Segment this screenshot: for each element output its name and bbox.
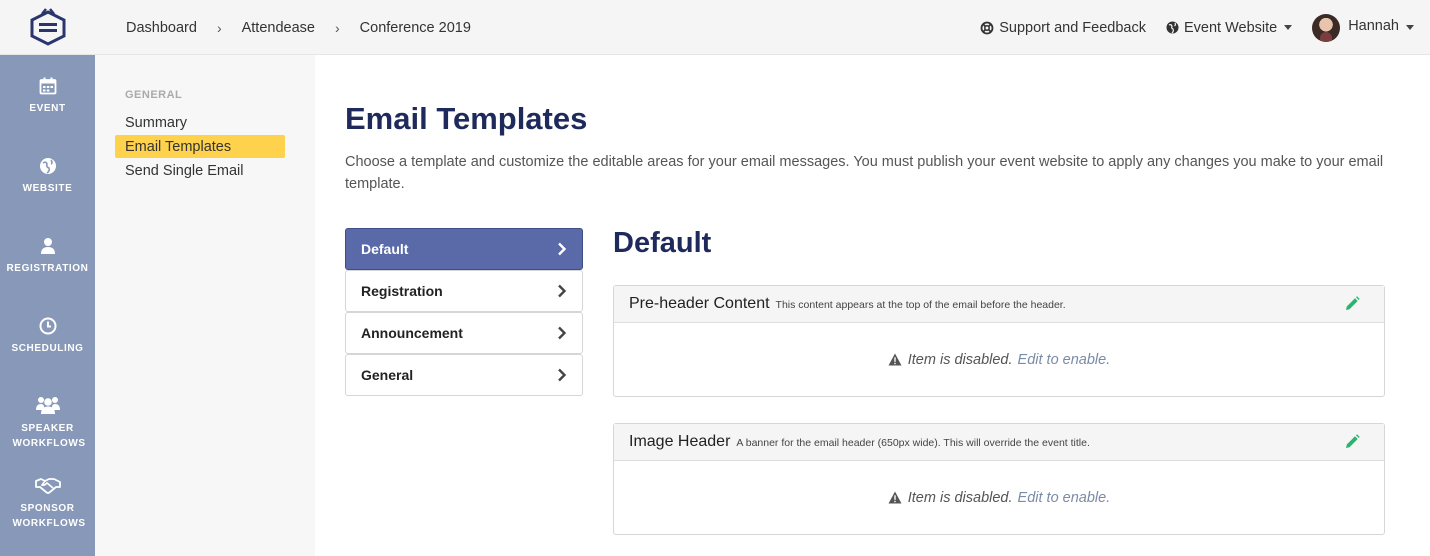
edit-to-enable-link[interactable]: Edit to enable. <box>1018 352 1111 368</box>
nav-item-registration[interactable]: REGISTRATION <box>0 237 95 276</box>
disabled-text: Item is disabled. <box>907 489 1013 506</box>
chevron-right-icon <box>558 368 567 382</box>
nav-item-scheduling[interactable]: SCHEDULING <box>0 317 95 356</box>
caret-down-icon <box>1406 25 1414 30</box>
panel-header: Image Header A banner for the email head… <box>614 424 1384 461</box>
warning-icon <box>888 491 902 504</box>
nav-label-event: EVENT <box>29 103 66 114</box>
nav-label-speaker-workflows: SPEAKER WORKFLOWS <box>12 423 86 449</box>
avatar <box>1312 13 1341 42</box>
sub-nav-item-send-single-email[interactable]: Send Single Email <box>115 159 285 182</box>
template-item-announcement[interactable]: Announcement <box>345 312 583 354</box>
breadcrumb-dashboard[interactable]: Dashboard <box>126 20 197 36</box>
panel-subtitle: This content appears at the top of the e… <box>775 299 1066 311</box>
caret-down-icon <box>1284 25 1293 30</box>
chevron-right-icon <box>558 242 567 256</box>
page-description: Choose a template and customize the edit… <box>345 154 1384 192</box>
support-label: Support and Feedback <box>999 19 1146 36</box>
nav-label-sponsor-workflows: SPONSOR WORKFLOWS <box>12 503 86 529</box>
calendar-icon <box>39 77 56 95</box>
support-feedback-link[interactable]: Support and Feedback <box>980 20 1146 36</box>
nav-item-event[interactable]: EVENT <box>0 77 95 116</box>
nav-label-registration: REGISTRATION <box>6 263 89 274</box>
chevron-right-icon <box>558 326 567 340</box>
panel-title: Pre-header Content <box>629 295 770 312</box>
section-title: Default <box>613 227 712 259</box>
event-website-label: Event Website <box>1183 19 1278 36</box>
template-label: Default <box>361 241 409 257</box>
template-label: Announcement <box>361 325 463 341</box>
lifebuoy-icon <box>980 21 994 34</box>
edit-to-enable-link[interactable]: Edit to enable. <box>1018 490 1111 506</box>
user-icon <box>40 238 55 254</box>
main-nav: EVENT WEBSITE REGISTRATION SCHEDULING SP… <box>0 55 95 556</box>
template-item-general[interactable]: General <box>345 354 583 396</box>
top-bar: Dashboard › Attendease › Conference 2019… <box>0 0 1430 55</box>
page-title: Email Templates <box>345 101 588 136</box>
nav-label-website: WEBSITE <box>22 183 73 194</box>
disabled-text: Item is disabled. <box>907 351 1013 368</box>
user-name: Hannah <box>1348 17 1399 34</box>
user-menu[interactable]: Hannah <box>1312 13 1414 42</box>
breadcrumb-conference[interactable]: Conference 2019 <box>360 20 471 36</box>
panel-image-header: Image Header A banner for the email head… <box>613 423 1385 535</box>
sub-nav: GENERAL Summary Email Templates Send Sin… <box>95 55 315 556</box>
panel-pre-header-content: Pre-header Content This content appears … <box>613 285 1385 397</box>
chevron-right-icon: › <box>334 19 340 36</box>
template-label: General <box>361 367 414 383</box>
clock-icon <box>39 317 56 335</box>
template-label: Registration <box>361 283 443 299</box>
sub-nav-item-summary[interactable]: Summary <box>115 111 285 134</box>
nav-item-website[interactable]: WEBSITE <box>0 157 95 196</box>
pencil-icon[interactable] <box>1344 434 1360 450</box>
app-logo[interactable] <box>0 0 95 55</box>
template-item-registration[interactable]: Registration <box>345 270 583 312</box>
nav-item-sponsor-workflows[interactable]: SPONSOR WORKFLOWS <box>0 477 95 531</box>
warning-icon <box>888 353 902 366</box>
sub-nav-item-email-templates[interactable]: Email Templates <box>115 135 285 158</box>
panel-body: Item is disabled. Edit to enable. <box>614 323 1384 396</box>
nav-item-speaker-workflows[interactable]: SPEAKER WORKFLOWS <box>0 395 95 451</box>
event-website-dropdown[interactable]: Event Website <box>1166 19 1293 36</box>
breadcrumb: Dashboard › Attendease › Conference 2019 <box>126 0 471 55</box>
pencil-icon[interactable] <box>1344 296 1360 312</box>
globe-icon <box>1166 21 1179 34</box>
chevron-right-icon <box>558 284 567 298</box>
nav-label-scheduling: SCHEDULING <box>11 343 84 354</box>
panel-title: Image Header <box>629 433 731 450</box>
globe-icon <box>39 158 56 174</box>
top-right-menu: Support and Feedback Event Website Hanna… <box>960 0 1414 55</box>
breadcrumb-attendease[interactable]: Attendease <box>242 20 315 36</box>
users-icon <box>35 397 60 414</box>
panel-header: Pre-header Content This content appears … <box>614 286 1384 323</box>
handshake-icon <box>34 478 61 494</box>
template-item-default[interactable]: Default <box>345 228 583 270</box>
sub-nav-heading: GENERAL <box>125 89 183 101</box>
panel-body: Item is disabled. Edit to enable. <box>614 461 1384 534</box>
chevron-right-icon: › <box>216 19 222 36</box>
panel-subtitle: A banner for the email header (650px wid… <box>736 437 1090 449</box>
template-list: Default Registration Announcement Genera… <box>345 228 583 396</box>
